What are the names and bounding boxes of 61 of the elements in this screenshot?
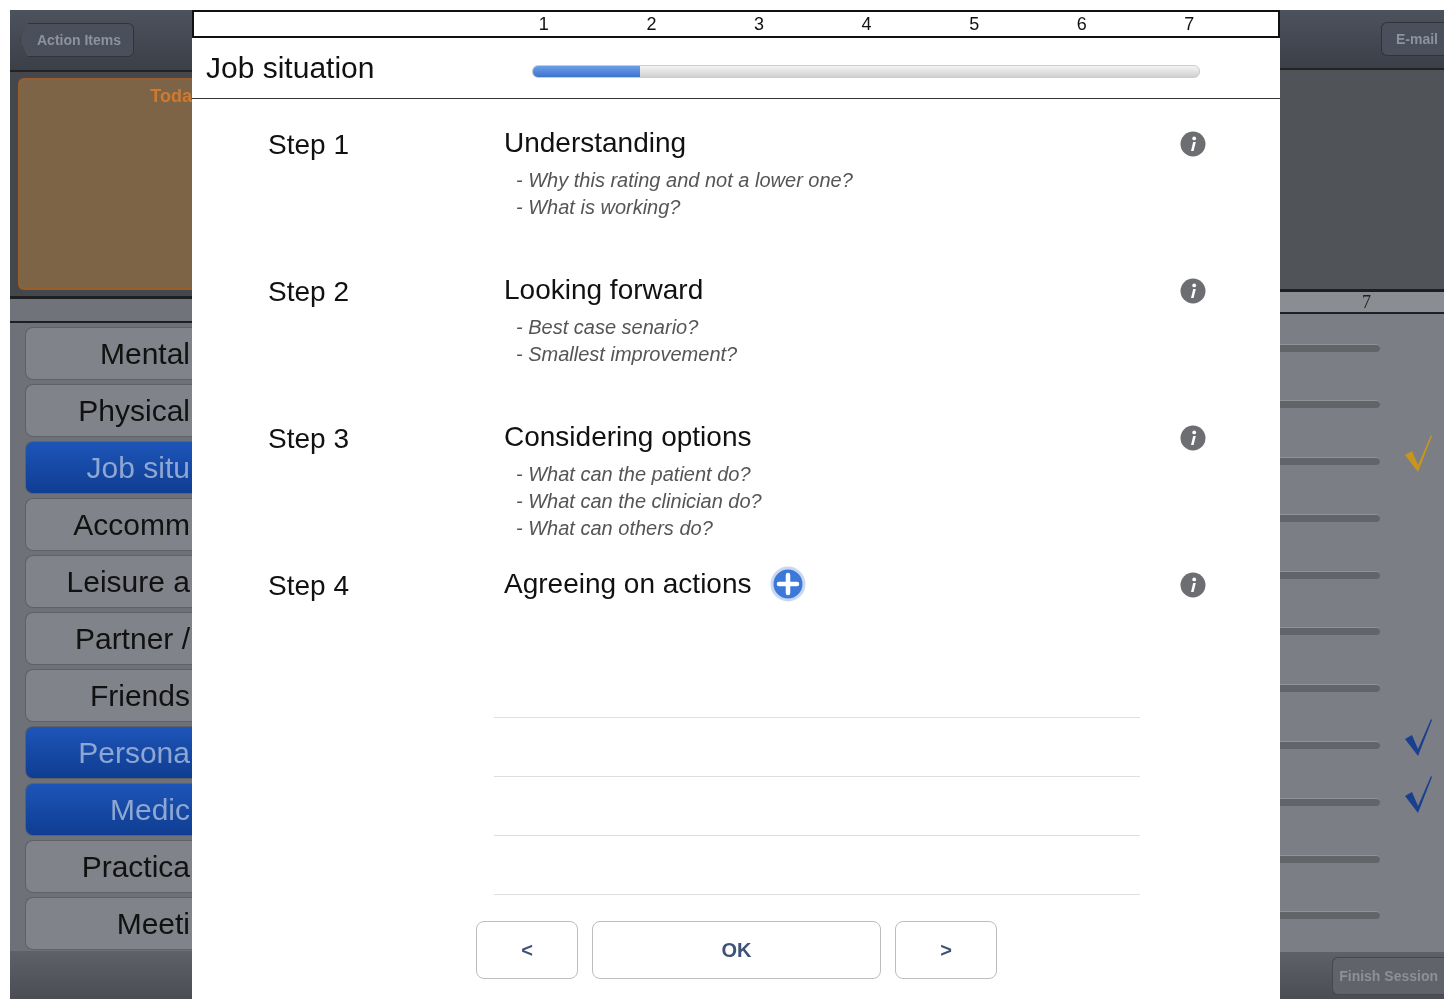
scale-number: 2 xyxy=(645,13,658,35)
scale-number: 3 xyxy=(752,13,765,35)
step-title: Understanding xyxy=(504,127,687,159)
category-button[interactable]: Accomm xyxy=(25,498,192,551)
scale-number: 6 xyxy=(1075,13,1088,35)
step-title: Looking forward xyxy=(504,274,704,306)
scale-number: 4 xyxy=(860,13,873,35)
info-icon[interactable] xyxy=(1180,131,1206,157)
step-title: Agreeing on actions xyxy=(504,568,752,600)
note-line[interactable] xyxy=(494,894,1140,895)
category-button[interactable]: Meeti xyxy=(25,897,192,950)
note-line[interactable] xyxy=(494,776,1140,777)
info-icon[interactable] xyxy=(1180,278,1206,304)
info-icon[interactable] xyxy=(1180,425,1206,451)
category-button[interactable]: Friends xyxy=(25,669,192,722)
back-button[interactable]: Action Items xyxy=(20,23,134,57)
scale-number: 1 xyxy=(537,13,550,35)
slider-track[interactable] xyxy=(1280,684,1380,693)
slider-track[interactable] xyxy=(1280,400,1380,409)
category-button[interactable]: Job situ xyxy=(25,441,192,494)
note-line[interactable] xyxy=(494,717,1140,718)
category-button[interactable]: Partner / xyxy=(25,612,192,665)
slider-track[interactable] xyxy=(1280,343,1380,352)
scale-number: 7 xyxy=(1362,291,1371,312)
scale-number: 5 xyxy=(968,13,981,35)
step-label: Step 2 xyxy=(268,276,350,309)
scale-number: 7 xyxy=(1183,13,1196,35)
question-text: - Smallest improvement? xyxy=(515,342,739,367)
dialog-button[interactable]: < xyxy=(476,921,578,979)
question-text: - What can the patient do? xyxy=(515,462,752,487)
question-text: - What is working? xyxy=(515,195,682,220)
dialog-button[interactable]: OK xyxy=(592,921,881,979)
question-text: - What can the clinician do? xyxy=(515,489,763,514)
slider-track[interactable] xyxy=(1280,741,1380,750)
category-button[interactable]: Practica xyxy=(25,840,192,893)
step-title: Considering options xyxy=(504,421,752,453)
step-label: Step 3 xyxy=(268,423,350,456)
email-button[interactable]: E-mail xyxy=(1381,22,1444,57)
question-text: - Best case senario? xyxy=(515,315,700,340)
step-label: Step 1 xyxy=(268,129,350,162)
card-title: Toda xyxy=(150,86,192,108)
add-icon[interactable] xyxy=(769,566,806,602)
slider-track[interactable] xyxy=(1280,854,1380,863)
slider-track[interactable] xyxy=(1280,797,1380,806)
category-button[interactable]: Leisure a xyxy=(25,555,192,608)
category-button[interactable]: Mental xyxy=(25,327,192,380)
dialog-button[interactable]: > xyxy=(895,921,997,979)
dialog-title: Job situation xyxy=(206,51,376,85)
slider-track[interactable] xyxy=(1280,513,1380,522)
step-label: Step 4 xyxy=(268,570,350,603)
slider-track[interactable] xyxy=(1280,570,1380,579)
category-button[interactable]: Physical xyxy=(25,384,192,437)
category-button[interactable]: Persona xyxy=(25,726,192,779)
note-line[interactable] xyxy=(494,835,1140,836)
slider-track[interactable] xyxy=(1280,457,1380,466)
category-button[interactable]: Medic xyxy=(25,783,192,836)
question-text: - Why this rating and not a lower one? xyxy=(515,168,854,193)
info-icon[interactable] xyxy=(1180,572,1206,598)
slider-track[interactable] xyxy=(1280,627,1380,636)
question-text: - What can others do? xyxy=(515,516,714,541)
slider-track[interactable] xyxy=(1280,911,1380,920)
